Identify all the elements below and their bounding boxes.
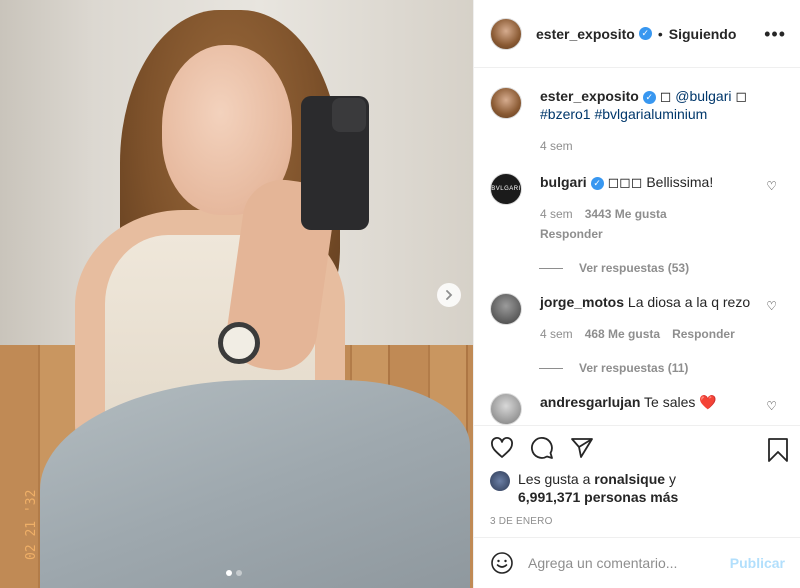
post-side-panel: ester_exposito ✓ • Siguiendo ••• ester_e… xyxy=(473,0,800,588)
next-photo-button[interactable] xyxy=(437,283,461,307)
view-replies-button[interactable]: Ver respuestas (11) xyxy=(539,361,785,375)
caption-avatar[interactable] xyxy=(490,87,522,119)
carousel-dot-active xyxy=(226,570,232,576)
comment-likes[interactable]: 3443 Me gusta xyxy=(585,205,667,223)
verified-icon: ✓ xyxy=(638,27,652,40)
comment-text: Te sales xyxy=(644,394,696,410)
comment-composer: Publicar xyxy=(474,537,800,588)
post-actions: Les gusta a ronalsique y 6,991,371 perso… xyxy=(474,425,800,537)
comment-username[interactable]: andresgarlujan xyxy=(540,394,640,410)
more-options-icon[interactable]: ••• xyxy=(764,24,786,45)
follow-separator: • xyxy=(657,25,663,42)
comment-like-icon[interactable]: ♡ xyxy=(766,179,777,193)
chevron-right-icon xyxy=(446,290,453,300)
publish-button[interactable]: Publicar xyxy=(730,555,785,571)
red-heart-emoji: ❤️ xyxy=(699,394,717,410)
photo-watch xyxy=(218,322,260,364)
view-replies-label: Ver respuestas (11) xyxy=(579,361,689,375)
caption-box: ◻ xyxy=(659,88,672,104)
commenter-avatar[interactable]: BVLGARI xyxy=(490,173,522,205)
replies-line xyxy=(539,267,563,269)
caption-box-2: ◻ xyxy=(735,88,747,104)
comment-username[interactable]: bulgari xyxy=(540,174,587,190)
comment-time[interactable]: 4 sem xyxy=(540,205,573,223)
reply-button[interactable]: Responder xyxy=(672,325,735,343)
post-header: ester_exposito ✓ • Siguiendo ••• xyxy=(474,0,800,68)
comment-text: La diosa a la q rezo xyxy=(627,294,751,310)
likes-prefix: Les gusta a xyxy=(518,471,591,487)
mention-link[interactable]: @bulgari xyxy=(675,88,731,104)
caption: ester_exposito ✓ ◻ @bulgari ◻ #bzero1 #bv… xyxy=(490,87,785,155)
caption-time[interactable]: 4 sem xyxy=(540,137,573,155)
follow-button[interactable]: Siguiendo xyxy=(669,26,737,42)
carousel-dots xyxy=(226,570,242,576)
reply-button[interactable]: Responder xyxy=(540,225,713,243)
comment-time[interactable]: 4 sem xyxy=(540,325,573,343)
liker-avatar[interactable] xyxy=(490,471,510,491)
heart-icon[interactable] xyxy=(490,436,514,460)
view-replies-button[interactable]: Ver respuestas (53) xyxy=(539,261,785,275)
liker-username[interactable]: ronalsique xyxy=(594,471,665,487)
author-username[interactable]: ester_exposito xyxy=(536,26,635,42)
likes-count[interactable]: 6,991,371 personas más xyxy=(518,489,678,505)
photo-date-stamp: 02 21 '32 xyxy=(24,489,39,560)
comment-icon[interactable] xyxy=(530,436,554,460)
photo-phone-camera xyxy=(332,98,366,132)
carousel-dot xyxy=(236,570,242,576)
caption-username[interactable]: ester_exposito xyxy=(540,88,639,104)
verified-icon: ✓ xyxy=(642,90,656,104)
comment-text: ◻◻◻ Bellissima! xyxy=(607,174,714,190)
comments-list[interactable]: ester_exposito ✓ ◻ @bulgari ◻ #bzero1 #bv… xyxy=(474,69,800,425)
commenter-avatar[interactable] xyxy=(490,393,522,425)
bookmark-icon[interactable] xyxy=(767,438,789,462)
verified-icon: ✓ xyxy=(590,176,604,190)
share-icon[interactable] xyxy=(570,436,594,460)
likes-conj: y xyxy=(668,471,676,487)
view-replies-label: Ver respuestas (53) xyxy=(579,261,690,275)
comment-username[interactable]: jorge_motos xyxy=(540,294,624,310)
likes-summary: Les gusta a ronalsique y 6,991,371 perso… xyxy=(490,470,785,506)
comment-item: andresgarlujan Te sales ❤️ ♡ xyxy=(490,393,785,425)
bulgari-logo-text: BVLGARI xyxy=(491,186,521,192)
smiley-icon[interactable] xyxy=(490,551,514,575)
comment-item: BVLGARI bulgari ✓ ◻◻◻ Bellissima! 4 sem 3… xyxy=(490,173,785,243)
comment-item: jorge_motos La diosa a la q rezo 4 sem 4… xyxy=(490,293,785,343)
replies-line xyxy=(539,367,563,369)
author-avatar[interactable] xyxy=(490,17,522,50)
comment-like-icon[interactable]: ♡ xyxy=(766,399,777,413)
commenter-avatar[interactable] xyxy=(490,293,522,325)
comment-input[interactable] xyxy=(528,555,730,571)
comment-likes[interactable]: 468 Me gusta xyxy=(585,325,660,343)
comment-like-icon[interactable]: ♡ xyxy=(766,299,777,313)
photo-jeans xyxy=(40,380,470,588)
post-photo[interactable]: 02 21 '32 xyxy=(0,0,473,588)
hashtags-link[interactable]: #bzero1 #bvlgarialuminium xyxy=(540,106,707,122)
post-date[interactable]: 3 DE ENERO xyxy=(490,516,785,527)
